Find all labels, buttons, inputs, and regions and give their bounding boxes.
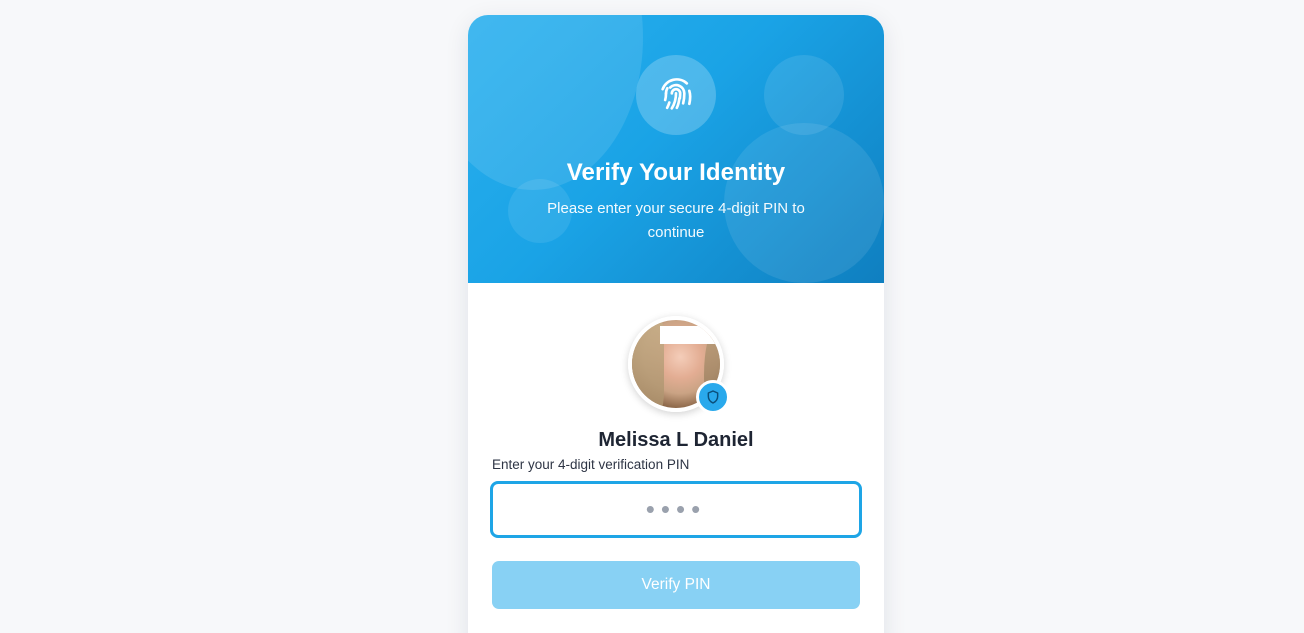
fingerprint-icon (636, 55, 716, 135)
pin-input[interactable] (490, 481, 862, 538)
verify-pin-button[interactable]: Verify PIN (492, 561, 860, 609)
pin-label: Enter your 4-digit verification PIN (492, 457, 690, 472)
user-avatar-container (628, 316, 730, 414)
pin-verification-card: Verify Your Identity Please enter your s… (468, 15, 884, 633)
hero-header: Verify Your Identity Please enter your s… (468, 15, 884, 283)
redaction-block (660, 326, 716, 344)
user-name: Melissa L Daniel (598, 429, 754, 451)
shield-icon (696, 380, 730, 414)
page-title: Verify Your Identity (566, 159, 786, 186)
page-subtitle: Please enter your secure 4-digit PIN to … (547, 200, 805, 241)
verification-form: Melissa L Daniel Enter your 4-digit veri… (468, 283, 884, 633)
